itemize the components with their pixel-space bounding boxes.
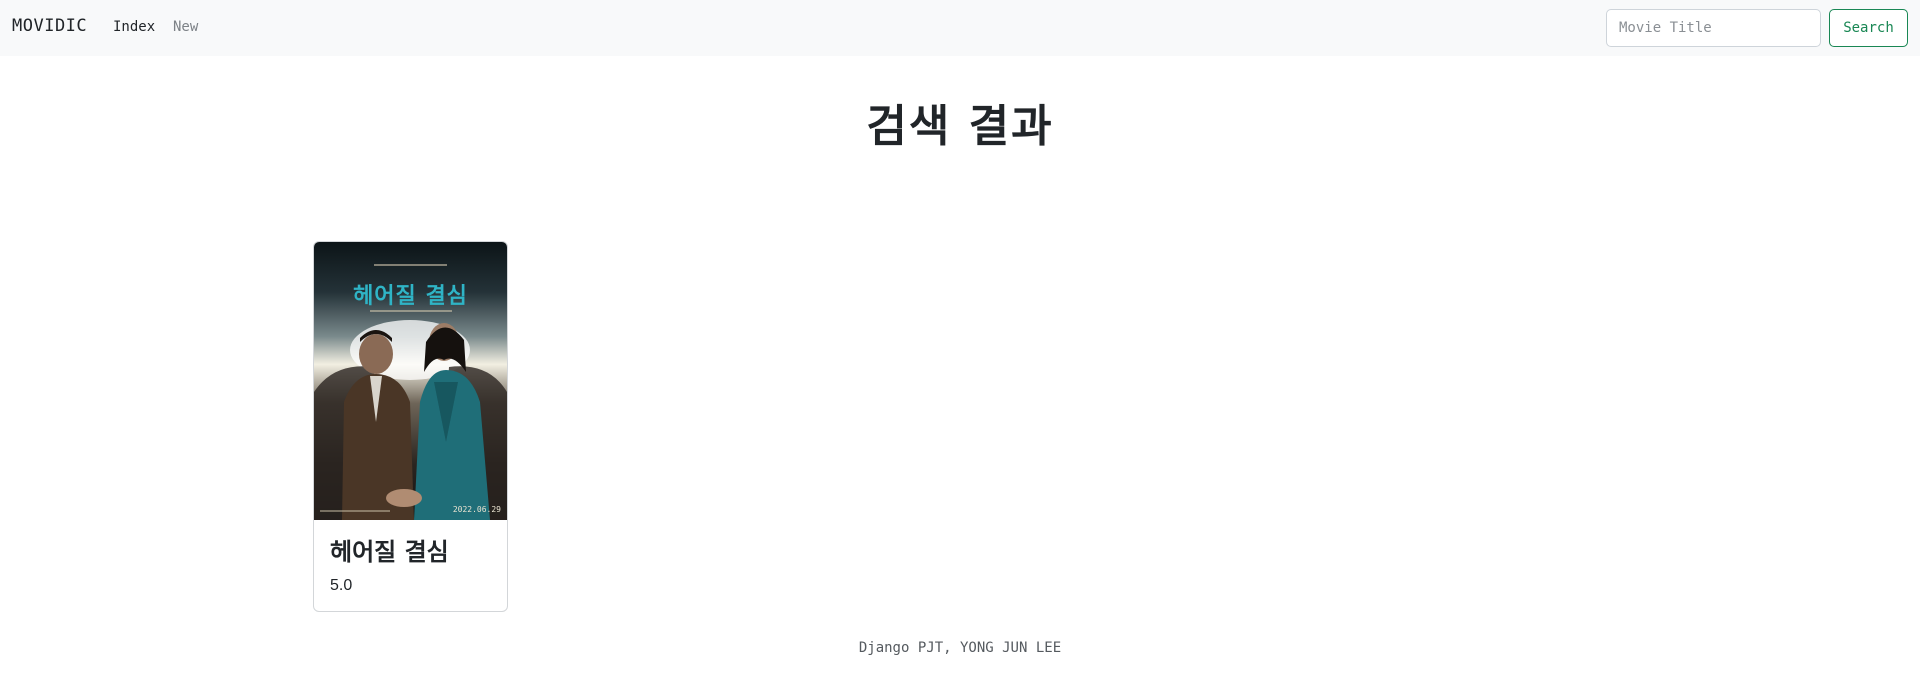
poster-release-date: 2022.06.29 — [452, 505, 501, 514]
nav-link-new[interactable]: New — [173, 19, 198, 35]
brand-logo-link[interactable]: MOVIDIC — [12, 16, 87, 36]
card-body: 헤어질 결심 5.0 — [330, 532, 449, 595]
page-title: 검색 결과 — [866, 101, 1054, 152]
search-input[interactable] — [1606, 9, 1821, 47]
nav-link-index[interactable]: Index — [113, 19, 155, 35]
movie-card[interactable]: 헤어질 결심 2022.06.29 헤어질 결심 5.0 — [313, 241, 508, 612]
footer-credit: Django PJT, YONG JUN LEE — [858, 640, 1062, 656]
poster-title-text: 헤어질 결심 — [353, 284, 468, 309]
navbar: MOVIDIC Index New Search — [0, 0, 1920, 56]
movie-rating: 5.0 — [330, 577, 353, 594]
movie-poster-image[interactable]: 헤어질 결심 2022.06.29 — [314, 242, 507, 520]
movie-title[interactable]: 헤어질 결심 — [330, 532, 449, 567]
search-button[interactable]: Search — [1829, 9, 1908, 47]
